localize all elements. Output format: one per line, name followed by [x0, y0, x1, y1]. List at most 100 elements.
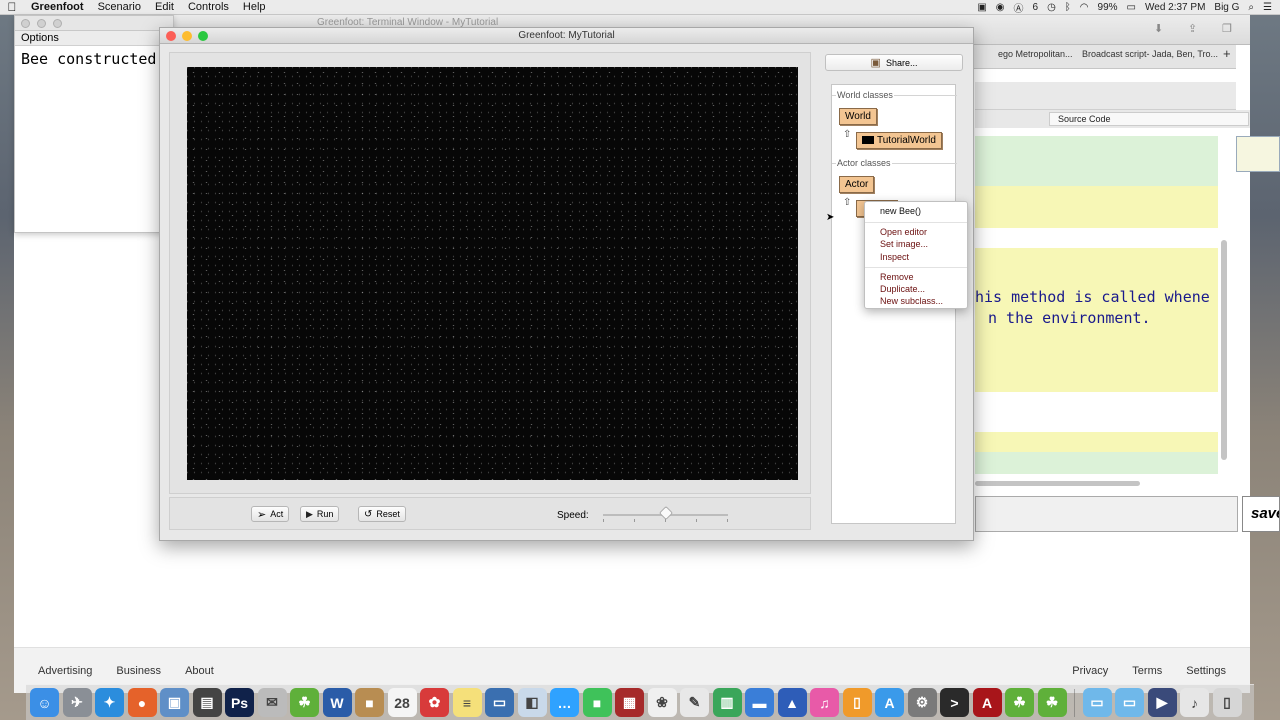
code-minimap[interactable]	[1236, 136, 1280, 172]
box-icon[interactable]: ■	[355, 688, 384, 717]
class-world[interactable]: World	[839, 108, 877, 125]
menu-item-new-bee[interactable]: new Bee()	[880, 206, 921, 216]
editor-hscrollbar[interactable]	[975, 481, 1140, 486]
apple-menu-icon[interactable]: 	[0, 0, 24, 14]
terminal-options-menu[interactable]: Options	[15, 31, 173, 46]
notification-center-icon[interactable]: ☰	[1263, 2, 1272, 13]
menu-greenfoot[interactable]: Greenfoot	[24, 1, 91, 13]
zoom-icon[interactable]	[53, 19, 62, 28]
editor-scrollbar[interactable]	[1221, 240, 1227, 460]
system-preferences-icon[interactable]: ⚙	[907, 688, 937, 717]
footer-link-advertising[interactable]: Advertising	[38, 665, 92, 677]
menu-item-remove[interactable]: Remove	[880, 272, 914, 282]
photos-icon[interactable]: ❀	[647, 688, 677, 717]
trash-icon[interactable]: ▯	[1212, 688, 1242, 717]
facetime-icon[interactable]: ■	[582, 688, 612, 717]
clock[interactable]: Wed 2:37 PM	[1145, 2, 1205, 13]
greenfoot3-icon[interactable]: ☘	[1037, 688, 1067, 717]
keynote-icon[interactable]: ▬	[745, 688, 774, 717]
footer-link-terms[interactable]: Terms	[1132, 665, 1162, 677]
desktop-icon[interactable]: ▭	[485, 688, 514, 717]
browser-tab[interactable]: Broadcast script- Jada, Ben, Tro...	[1082, 49, 1218, 59]
run-button[interactable]: ▶ Run	[300, 506, 340, 522]
itunes-icon[interactable]: ♫	[810, 688, 839, 717]
menu-edit[interactable]: Edit	[148, 1, 181, 13]
battery-icon[interactable]: ▭	[1127, 2, 1136, 13]
close-icon[interactable]	[21, 19, 30, 28]
menu-scenario[interactable]: Scenario	[91, 1, 148, 13]
act-button[interactable]: ➢ Act	[251, 506, 290, 522]
safari-icon[interactable]: ✦	[95, 688, 124, 717]
footer-link-business[interactable]: Business	[116, 665, 161, 677]
menu-item-duplicate[interactable]: Duplicate...	[880, 284, 925, 294]
class-tutorialworld[interactable]: TutorialWorld	[856, 132, 942, 149]
menu-help[interactable]: Help	[236, 1, 273, 13]
code-line[interactable]: n the environment.	[975, 309, 1218, 327]
textedit-icon[interactable]: ✎	[680, 688, 709, 717]
share-button[interactable]: ▣ Share...	[825, 54, 963, 71]
lifesaver-icon[interactable]: ✿	[420, 688, 449, 717]
numbers-icon[interactable]: ▥	[712, 688, 742, 717]
adobe-icon[interactable]: Ⓐ	[1014, 0, 1024, 15]
terminal-title-bar[interactable]	[15, 16, 173, 31]
code-line[interactable]: his method is called whene	[975, 288, 1218, 306]
vlc-icon[interactable]: ▲	[777, 688, 807, 717]
user-name[interactable]: Big G	[1214, 2, 1239, 13]
movies-folder-icon[interactable]: ▶	[1147, 688, 1177, 717]
terminal-icon[interactable]: >	[940, 688, 969, 717]
ibooks-icon[interactable]: ▯	[842, 688, 872, 717]
close-icon[interactable]	[166, 31, 176, 41]
finder-icon[interactable]: ☺	[30, 688, 59, 717]
messages-icon[interactable]: …	[550, 688, 579, 717]
footer-link-about[interactable]: About	[185, 665, 214, 677]
footer-link-settings[interactable]: Settings	[1186, 665, 1226, 677]
footer-link-privacy[interactable]: Privacy	[1072, 665, 1108, 677]
app-store-icon[interactable]: A	[875, 688, 904, 717]
photoshop-icon[interactable]: Ps	[225, 688, 254, 717]
menu-controls[interactable]: Controls	[181, 1, 236, 13]
greenfoot2-icon[interactable]: ☘	[1005, 688, 1034, 717]
menu-item-new-subclass[interactable]: New subclass...	[880, 296, 943, 306]
screen-record-icon[interactable]: ◉	[996, 2, 1005, 13]
source-code-tab[interactable]: Source Code	[1049, 112, 1249, 126]
folder-icon[interactable]: ▭	[1082, 688, 1112, 717]
greenfoot-title-bar[interactable]: Greenfoot: MyTutorial	[160, 28, 973, 44]
download-icon[interactable]: ⬇	[1154, 22, 1163, 35]
greenfoot-icon[interactable]: ☘	[290, 688, 319, 717]
menu-item-set-image[interactable]: Set image...	[880, 239, 928, 249]
new-tab-icon[interactable]: +	[1223, 46, 1231, 61]
mail-bird-icon[interactable]: ✉	[257, 688, 287, 717]
browser-tab[interactable]: ego Metropolitan...	[998, 49, 1073, 59]
word-icon[interactable]: W	[322, 688, 352, 717]
display-icon[interactable]: ▣	[977, 2, 986, 13]
bluetooth-icon[interactable]: ᛒ	[1065, 2, 1071, 13]
folder2-icon[interactable]: ▭	[1115, 688, 1144, 717]
menu-item-inspect[interactable]: Inspect	[880, 252, 909, 262]
notes-icon[interactable]: ≡	[452, 688, 482, 717]
launchpad-icon[interactable]: ✈	[62, 688, 92, 717]
documents-icon[interactable]: ♪	[1180, 688, 1209, 717]
speed-slider-knob[interactable]	[658, 505, 673, 521]
final-cut-icon[interactable]: ▤	[192, 688, 222, 717]
time-machine-icon[interactable]: ◷	[1047, 2, 1056, 13]
firefox-icon[interactable]: ●	[127, 688, 157, 717]
minimize-icon[interactable]	[182, 31, 192, 41]
notification-count[interactable]: 6	[1033, 2, 1039, 13]
preview-icon[interactable]: ▣	[160, 688, 189, 717]
spotlight-icon[interactable]: ⌕	[1248, 2, 1254, 13]
save-button[interactable]: save	[1242, 496, 1280, 532]
preview2-icon[interactable]: ◧	[517, 688, 547, 717]
zoom-icon[interactable]	[198, 31, 208, 41]
menu-item-open-editor[interactable]: Open editor	[880, 227, 927, 237]
world-canvas[interactable]	[187, 67, 798, 480]
reset-button[interactable]: ↺ Reset	[358, 506, 406, 522]
acrobat-icon[interactable]: A	[972, 688, 1002, 717]
calendar-icon[interactable]: 28	[387, 688, 417, 717]
class-actor[interactable]: Actor	[839, 176, 875, 193]
share-icon[interactable]: ⇪	[1188, 22, 1197, 35]
photo-booth-icon[interactable]: ▦	[615, 688, 644, 717]
battery-percent[interactable]: 99%	[1098, 2, 1118, 13]
wifi-icon[interactable]: ◠	[1080, 2, 1089, 13]
minimize-icon[interactable]	[37, 19, 46, 28]
tabs-icon[interactable]: ❐	[1222, 22, 1232, 35]
